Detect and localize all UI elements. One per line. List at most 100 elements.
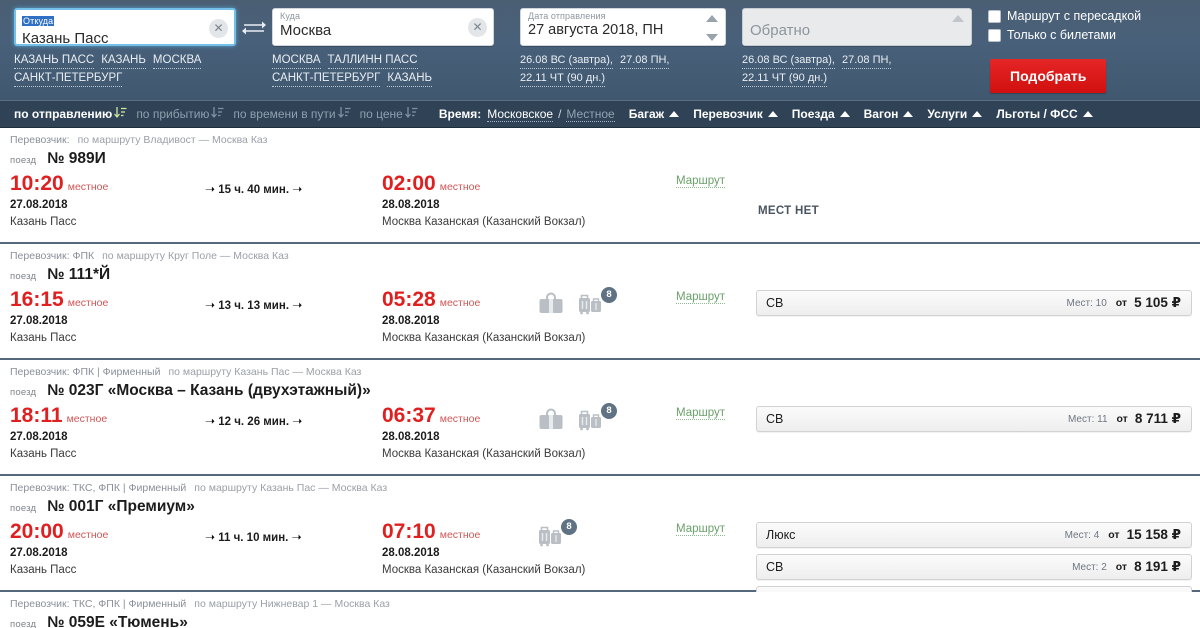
origin-input[interactable]: Откуда Казань Пасс ✕ [14,8,236,47]
carrier-line: Перевозчик: ФПК | Фирменный по маршруту К… [0,366,1200,379]
menu-benefits[interactable]: Льготы / ФСС [996,107,1093,121]
time-option-moscow[interactable]: Московское [487,107,554,122]
train-word-label: поезд [10,387,37,398]
sort-by-price[interactable]: по цене [360,106,424,122]
menu-car[interactable]: Вагон [864,107,914,121]
checkbox-row-transfer[interactable]: Маршрут с пересадкой [988,9,1141,23]
destination-hint-0[interactable]: МОСКВА [272,53,321,69]
stepper-down-icon[interactable] [705,34,718,41]
origin-hint-1[interactable]: КАЗАНЬ [101,53,146,69]
train-number[interactable]: № 111*Й [47,266,110,283]
destination-value: Москва [280,22,332,39]
destination-hint-1[interactable]: ТАЛЛИНН ПАСС [327,53,418,69]
sort-by-arrival[interactable]: по прибытию [136,106,230,122]
destination-hint-2[interactable]: САНКТ-ПЕТЕРБУРГ [272,71,381,87]
stepper-up-icon[interactable] [705,15,718,22]
fare-option[interactable]: СВ Мест: 10 от 5 105 ₽ [756,290,1192,316]
sort-by-duration[interactable]: по времени в пути [233,106,356,122]
train-line: поезд № 989И [0,149,1200,170]
departure-block: 20:00 местное 27.08.2018 Казань Пасс [10,520,108,578]
return-date-hint-0[interactable]: 26.08 ВС (завтра), [742,53,835,69]
checkbox-tickets-only[interactable] [988,28,1001,42]
return-stepper-up-icon[interactable] [951,15,964,22]
origin-hint-3[interactable]: САНКТ-ПЕТЕРБУРГ [14,71,123,87]
sort-icon [404,106,418,122]
baggage-count-badge: 8 [601,287,617,303]
fare-option[interactable]: СВ Мест: 11 от 8 711 ₽ [756,406,1192,432]
carrier-name: Перевозчик: ФПК [10,250,95,262]
carrier-name: Перевозчик: ТКС, ФПК | Фирменный [10,482,187,494]
route-description: по маршруту Нижневар 1 — Москва Каз [194,598,390,610]
fare-class-name: СВ [766,296,784,310]
destination-label: Куда [280,11,301,21]
sort-by-departure[interactable]: по отправлению [14,106,133,122]
checkbox-transfer[interactable] [988,9,1001,23]
fare-seats-count: Мест: 2 [1072,561,1107,573]
destination-hint-3[interactable]: КАЗАНЬ [387,71,433,87]
departure-date-hint-1[interactable]: 27.08 ПН, [619,53,670,69]
return-date-input[interactable]: Обратно [742,8,972,46]
checkbox-row-tickets-only[interactable]: Только с билетами [988,28,1141,42]
return-date-field-group: Обратно 26.08 ВС (завтра), 27.08 ПН, 22.1… [742,8,972,87]
origin-field-group: Откуда Казань Пасс ✕ КАЗАНЬ ПАСС КАЗАНЬ МО… [14,8,236,87]
arrow-right-icon: ➝ [292,298,303,312]
train-row[interactable]: Перевозчик: ФПК | Фирменный по маршруту К… [0,360,1200,476]
train-number[interactable]: № 023Г «Москва – Казань (двухэтажный)» [47,382,371,399]
departure-date-input[interactable]: Дата отправления 27 августа 2018, ПН [520,8,726,46]
train-line: поезд № 023Г «Москва – Казань (двухэтажны… [0,381,1200,402]
route-link[interactable]: Маршрут [676,175,726,188]
route-link[interactable]: Маршрут [676,523,726,536]
fare-price: 8 711 ₽ [1134,411,1181,426]
origin-hints: КАЗАНЬ ПАСС КАЗАНЬ МОСКВА САНКТ-ПЕТЕРБУРГ [14,51,236,87]
return-date-hint-1[interactable]: 27.08 ПН, [841,53,892,69]
fare-seats-count: Мест: 4 [1064,529,1100,541]
train-number[interactable]: № 001Г «Премиум» [47,498,195,515]
menu-carrier[interactable]: Перевозчик [693,107,778,121]
destination-clear-icon[interactable]: ✕ [468,18,487,37]
origin-hint-2[interactable]: МОСКВА [152,53,202,69]
luggage-icon: 8 [538,519,577,553]
train-row[interactable]: Перевозчик: ТКС, ФПК | Фирменный по маршр… [0,592,1200,628]
arrow-right-icon: ➝ [292,182,303,196]
departure-date-hint-0[interactable]: 26.08 ВС (завтра), [520,53,613,69]
return-date-stepper[interactable] [951,15,964,41]
arrow-right-icon: ➝ [291,530,302,544]
arrow-right-icon: ➝ [205,298,216,312]
menu-car-label: Вагон [863,107,899,121]
fare-option[interactable]: СВ Мест: 2 от 8 191 ₽ [756,554,1192,580]
swap-directions-icon[interactable] [241,16,267,40]
arrival-station: Москва Казанская (Казанский Вокзал) [382,216,586,228]
sort-icon [211,106,224,122]
menu-trains[interactable]: Поезда [792,107,850,121]
train-row[interactable]: Перевозчик: ФПК по маршруту Круг Поле — М… [0,244,1200,360]
baggage-icons: 8 [538,519,577,553]
search-submit-button[interactable]: Подобрать [990,59,1107,93]
departure-date-hint-2[interactable]: 22.11 ЧТ (90 дн.) [520,71,606,87]
return-date-hint-2[interactable]: 22.11 ЧТ (90 дн.) [742,71,828,87]
train-number[interactable]: № 989И [47,150,106,167]
menu-benefits-label: Льготы / ФСС [996,107,1078,121]
departure-time-kind: местное [67,529,109,541]
train-number[interactable]: № 059Е «Тюмень» [47,614,188,628]
origin-hint-0[interactable]: КАЗАНЬ ПАСС [14,53,95,69]
carrier-line: Перевозчик: ТКС, ФПК | Фирменный по маршр… [0,482,1200,495]
arrival-time: 06:37 [382,404,436,427]
train-row[interactable]: Перевозчик: по маршруту Владивост — Москв… [0,128,1200,244]
time-option-local[interactable]: Местное [566,107,615,122]
fare-option[interactable]: Люкс Мест: 4 от 15 158 ₽ [756,522,1192,548]
route-link[interactable]: Маршрут [676,291,726,304]
trip-details: 20:00 местное 27.08.2018 Казань Пасс ➝ 11 ч.… [0,518,1200,612]
menu-baggage[interactable]: Багаж [629,107,680,121]
train-word-label: поезд [10,271,37,282]
departure-date-stepper[interactable] [705,15,718,41]
sort-by-price-label: по цене [359,107,403,121]
fare-class-name: Люкс [766,528,796,542]
destination-input[interactable]: Куда Москва ✕ [272,8,494,46]
menu-services[interactable]: Услуги [927,107,983,121]
baggage-icons: 8 [538,403,617,437]
origin-clear-icon[interactable]: ✕ [209,19,228,38]
sort-by-duration-label: по времени в пути [233,107,336,121]
handbag-icon [538,408,564,437]
train-row[interactable]: Перевозчик: ТКС, ФПК | Фирменный по маршр… [0,476,1200,612]
route-link[interactable]: Маршрут [676,407,726,420]
